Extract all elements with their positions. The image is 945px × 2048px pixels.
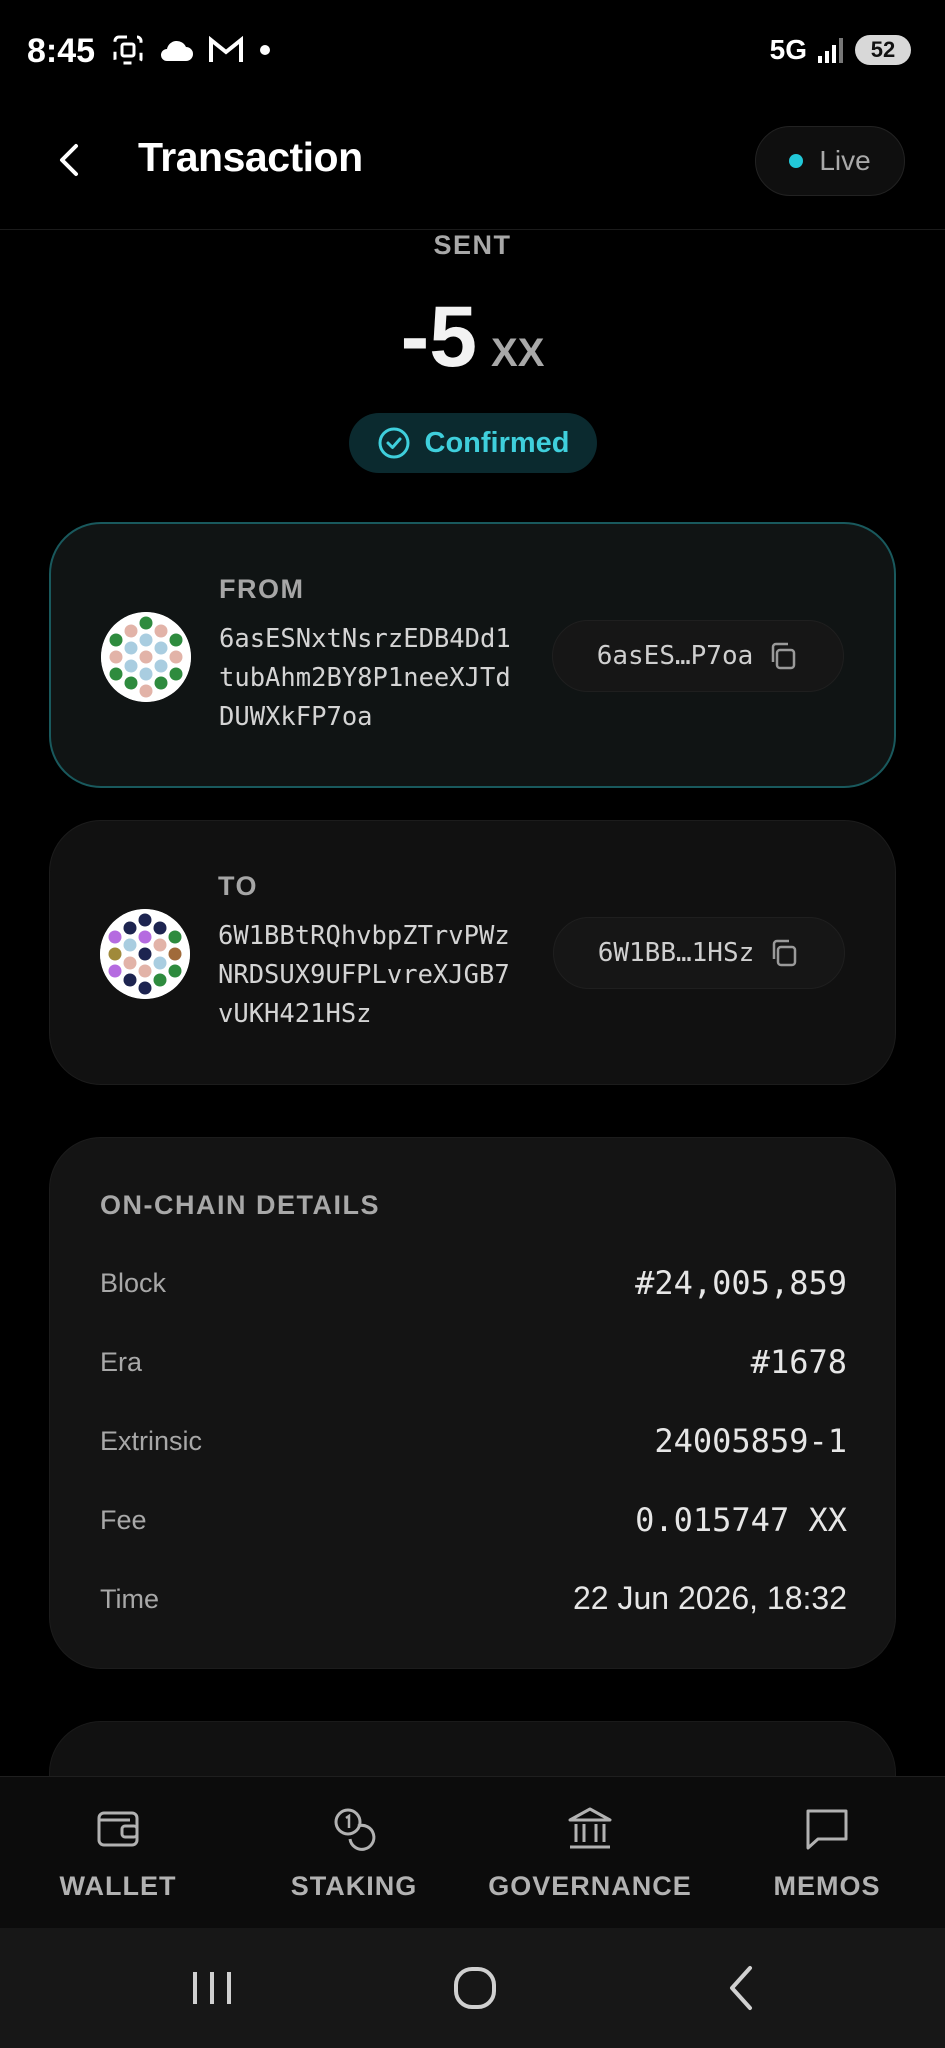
from-address-card: FROM 6asESNxtNsrzEDB4Dd1tubAhm2BY8P1neeX… bbox=[49, 522, 896, 788]
screenshot-icon bbox=[113, 35, 143, 65]
wallet-icon bbox=[97, 1811, 139, 1847]
nav-label: MEMOS bbox=[773, 1871, 881, 1901]
to-label: TO bbox=[218, 871, 259, 901]
bottom-nav: WALLET STAKING GOVERNANCE MEMOS bbox=[0, 1776, 945, 1928]
back-arrow-icon[interactable] bbox=[48, 138, 92, 182]
amount-value: -5 bbox=[400, 289, 478, 385]
detail-value: 0.015747 XX bbox=[635, 1501, 847, 1539]
detail-key: Time bbox=[100, 1584, 159, 1614]
detail-value: 22 Jun 2026, 18:32 bbox=[572, 1580, 847, 1616]
detail-row-extrinsic: Extrinsic 24005859-1 bbox=[100, 1420, 847, 1470]
nav-item-wallet[interactable]: WALLET bbox=[48, 1777, 188, 1929]
to-address-card: TO 6W1BBtRQhvbpZTrvPWzNRDSUX9UFPLvreXJGB… bbox=[49, 820, 896, 1085]
detail-row-time: Time 22 Jun 2026, 18:32 bbox=[100, 1578, 847, 1628]
detail-key: Extrinsic bbox=[100, 1426, 203, 1456]
amount-unit: XX bbox=[491, 331, 545, 375]
on-chain-details-card: ON-CHAIN DETAILS Block #24,005,859 Era #… bbox=[49, 1137, 896, 1669]
detail-row-fee: Fee 0.015747 XX bbox=[100, 1499, 847, 1549]
detail-row-era: Era #1678 bbox=[100, 1341, 847, 1391]
coins-icon bbox=[334, 1808, 376, 1851]
home-icon[interactable] bbox=[445, 1960, 505, 2016]
to-short-address: 6W1BB…1HSz bbox=[597, 938, 755, 968]
notification-icons bbox=[112, 34, 272, 66]
system-nav-bar bbox=[0, 1928, 945, 2048]
detail-value: #1678 bbox=[750, 1343, 847, 1381]
to-address: 6W1BBtRQhvbpZTrvPWzNRDSUX9UFPLvreXJGB7vU… bbox=[218, 921, 510, 1029]
nav-label: STAKING bbox=[290, 1871, 418, 1901]
copy-to-address-button[interactable]: 6W1BB…1HSz bbox=[553, 917, 845, 989]
identicon-avatar-icon bbox=[100, 909, 190, 999]
cloud-icon bbox=[161, 40, 193, 61]
copy-icon bbox=[773, 939, 797, 967]
gmail-icon bbox=[209, 36, 243, 62]
signal-icon bbox=[818, 38, 843, 63]
nav-item-memos[interactable]: MEMOS bbox=[758, 1777, 896, 1929]
bank-icon bbox=[568, 1807, 612, 1849]
direction-label: SENT bbox=[433, 230, 512, 260]
live-dot-icon bbox=[789, 154, 804, 168]
status-text: Confirmed bbox=[424, 426, 570, 459]
battery-icon: 52 bbox=[855, 35, 911, 65]
status-time: 8:45 bbox=[27, 32, 96, 70]
chat-icon bbox=[806, 1809, 848, 1850]
app-root: 8:45 5G 52 Transaction Live SENT -5 XX C… bbox=[0, 0, 945, 2048]
dot-icon bbox=[260, 45, 270, 55]
page-title: Transaction bbox=[138, 134, 363, 180]
live-status-badge[interactable]: Live bbox=[755, 126, 905, 196]
from-address: 6asESNxtNsrzEDB4Dd1tubAhm2BY8P1neeXJTdDU… bbox=[219, 624, 511, 732]
detail-value[interactable]: 24005859-1 bbox=[654, 1422, 847, 1460]
copy-icon bbox=[772, 642, 796, 670]
detail-value[interactable]: #24,005,859 bbox=[635, 1264, 847, 1302]
status-bar: 8:45 5G 52 bbox=[0, 0, 945, 100]
nav-item-staking[interactable]: STAKING bbox=[274, 1777, 434, 1929]
check-circle-icon bbox=[378, 427, 409, 459]
app-header: Transaction Live bbox=[0, 100, 945, 230]
network-type: 5G bbox=[769, 34, 807, 65]
system-back-icon[interactable] bbox=[712, 1960, 772, 2016]
status-right: 5G 52 bbox=[770, 34, 911, 66]
detail-key: Fee bbox=[100, 1505, 147, 1535]
detail-row-block: Block #24,005,859 bbox=[100, 1262, 847, 1312]
status-badge: Confirmed bbox=[349, 413, 597, 473]
detail-key: Block bbox=[100, 1268, 167, 1298]
live-label: Live bbox=[819, 145, 871, 176]
nav-label: WALLET bbox=[59, 1871, 177, 1901]
identicon-avatar-icon bbox=[101, 612, 191, 702]
from-short-address: 6asES…P7oa bbox=[596, 641, 754, 671]
amount-row: -5 XX bbox=[0, 288, 945, 387]
from-label: FROM bbox=[219, 574, 305, 604]
copy-from-address-button[interactable]: 6asES…P7oa bbox=[552, 620, 844, 692]
nav-label: GOVERNANCE bbox=[488, 1871, 692, 1901]
details-title: ON-CHAIN DETAILS bbox=[100, 1190, 380, 1220]
nav-item-governance[interactable]: GOVERNANCE bbox=[486, 1777, 694, 1929]
detail-key: Era bbox=[100, 1347, 143, 1377]
recent-apps-icon[interactable] bbox=[182, 1960, 242, 2016]
